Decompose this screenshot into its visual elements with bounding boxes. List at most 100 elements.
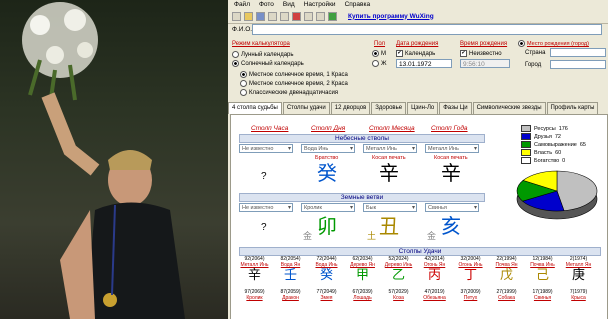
legend-value: 176 (558, 126, 568, 132)
luck-pillar-column[interactable]: 82(2054) Вода Ян 壬 87(2059) Дракон (275, 256, 306, 301)
tab-qi-phases[interactable]: Фазы Ци (439, 102, 472, 114)
fio-input[interactable] (252, 24, 602, 35)
luck-stem-glyph: 己 (535, 268, 549, 283)
tab-symbolic-stars[interactable]: Символические звезды (472, 102, 546, 114)
luck-pillar-column[interactable]: 12(1984) Почва Инь 己 17(1989) Свинья (527, 256, 558, 301)
luck-stem-glyph: 丁 (463, 268, 477, 283)
year-branch-select[interactable]: Свинья (425, 203, 479, 213)
country-input[interactable] (550, 48, 606, 57)
luck-pillar-column[interactable]: 72(2044) Вода Инь 癸 77(2049) Змея (311, 256, 342, 301)
luck-stem-glyph: 壬 (283, 268, 297, 283)
save-as-icon[interactable] (268, 11, 277, 21)
day-stem-select[interactable]: Вода Инь (301, 144, 355, 154)
gender-female-option[interactable]: Ж (372, 60, 387, 67)
legend-swatch (521, 157, 531, 165)
legend-entry: Власть 60 (521, 149, 586, 157)
day-branch-select[interactable]: Кролик (301, 203, 355, 213)
legend-swatch (521, 125, 531, 133)
day-branch-glyph: 卯 (317, 214, 337, 238)
gender-male-option[interactable]: М (372, 50, 386, 57)
buy-program-link[interactable]: Купить программу WuXing (348, 13, 434, 20)
save-icon[interactable] (256, 11, 265, 21)
luck-branch-label: Дракон (282, 295, 299, 301)
checkbox-checked-icon: ✔ (460, 50, 467, 57)
luck-stem-glyph: 甲 (355, 268, 369, 283)
radio-icon (232, 51, 239, 58)
luck-branch-label: Коза (393, 295, 404, 301)
time-option-2[interactable]: Местное солнечное время, 2 Краса (240, 80, 348, 87)
legend-entry: Самовыражение 65 (521, 141, 586, 149)
legend-swatch (521, 149, 531, 157)
month-branch-select[interactable]: Бык (363, 203, 417, 213)
tab-chart-profile[interactable]: Профиль карты (546, 102, 599, 114)
radio-checked-icon (232, 60, 239, 67)
legend-label: Друзья (534, 134, 552, 140)
calendar-checkbox[interactable]: ✔ Календарь (396, 50, 435, 57)
time-option-3[interactable]: Классические двенадцатичасия (240, 89, 338, 96)
export-icon[interactable] (304, 11, 313, 21)
hour-pillar-header: Столп Часа (251, 125, 289, 132)
city-label: Город (525, 62, 542, 68)
luck-pillar-column[interactable]: 2(1974) Металл Ян 庚 7(1979) Крыса (563, 256, 594, 301)
luck-pillar-column[interactable]: 62(2034) Дерево Ян 甲 67(2039) Лошадь (347, 256, 378, 301)
print-icon[interactable] (280, 11, 289, 21)
hour-branch-select[interactable]: Не известно (239, 203, 293, 213)
radio-checked-icon (518, 40, 525, 47)
menu-help[interactable]: Справка (345, 1, 371, 8)
luck-pillar-column[interactable]: 22(1994) Почва Ян 戊 27(1999) Собака (491, 256, 522, 301)
legend-value: 72 (554, 134, 561, 140)
copy-icon[interactable] (316, 11, 325, 21)
legend-label: Богатство (534, 158, 560, 164)
legend-label: Ресурсы (534, 126, 556, 132)
day-branch-hidden-glyph: 金 (303, 232, 313, 242)
luck-stem-glyph: 庚 (571, 268, 585, 283)
menu-photo[interactable]: Фото (259, 1, 274, 8)
tab-jing-luo[interactable]: Цзин-Ло (407, 102, 439, 114)
lunar-calendar-option[interactable]: Лунный календарь (232, 51, 294, 58)
luck-stem-glyph: 乙 (391, 268, 405, 283)
luck-pillar-column[interactable]: 32(2004) Огонь Инь 丁 37(2009) Петух (455, 256, 486, 301)
birth-place-option[interactable]: Место рождения (город) (518, 40, 589, 47)
legend-swatch (521, 133, 531, 141)
gender-title: Пол (374, 41, 386, 47)
day-pillar-header: Столп Дня (311, 125, 346, 132)
menu-file[interactable]: Файл (234, 1, 250, 8)
legend-label: Самовыражение (534, 142, 577, 148)
month-stem-select[interactable]: Металл Инь (363, 144, 417, 154)
country-label: Страна (525, 50, 546, 56)
green-book-icon[interactable] (328, 11, 337, 21)
new-file-icon[interactable] (232, 11, 241, 21)
tab-12-palaces[interactable]: 12 дворцов (330, 102, 371, 114)
wuxing-app-window: Файл Фото Вид Настройки Справка Купить п… (228, 0, 608, 319)
menu-view[interactable]: Вид (283, 1, 295, 8)
tab-health[interactable]: Здоровье (371, 102, 407, 114)
elements-legend: Ресурсы 176 Друзья 72 Самовыражение 65 Власть 6… (521, 125, 586, 165)
luck-pillar-column[interactable]: 42(2014) Огонь Ян 丙 47(2019) Обезьяна (419, 256, 450, 301)
solar-calendar-option[interactable]: Солнечный календарь (232, 60, 304, 67)
year-branch-hidden-glyph: 金 (427, 232, 437, 242)
tab-four-pillars[interactable]: 4 столпа судьбы (228, 102, 282, 114)
birth-date-input[interactable]: 13.01.1972 (396, 59, 452, 68)
time-unknown-checkbox[interactable]: ✔ Неизвестно (460, 50, 502, 57)
menu-settings[interactable]: Настройки (304, 1, 336, 8)
birth-time-input[interactable]: 9:56:10 (460, 59, 510, 68)
time-option-1[interactable]: Местное солнечное время, 1 Краса (240, 71, 348, 78)
luck-branch-label: Петух (463, 295, 478, 301)
background-photo (0, 0, 228, 319)
tab-luck-pillars[interactable]: Столпы удачи (282, 102, 330, 114)
legend-entry: Ресурсы 176 (521, 125, 586, 133)
city-input[interactable] (550, 60, 606, 69)
year-stem-select[interactable]: Металл Инь (425, 144, 479, 154)
legend-entry: Богатство 0 (521, 157, 586, 165)
luck-pillar-column[interactable]: 52(2024) Дерево Инь 乙 57(2029) Коза (383, 256, 414, 301)
checkbox-checked-icon: ✔ (396, 50, 403, 57)
pdf-icon[interactable] (292, 11, 301, 21)
menu-bar: Файл Фото Вид Настройки Справка (228, 0, 608, 9)
luck-pillar-column[interactable]: 92(2064) Металл Инь 辛 97(2069) Кролик (239, 256, 270, 301)
open-folder-icon[interactable] (244, 11, 253, 21)
year-pillar-header: Столп Года (431, 125, 468, 132)
luck-branch-label: Кролик (246, 295, 263, 301)
hour-stem-select[interactable]: Не известно (239, 144, 293, 154)
month-pillar-header: Столп Месяца (369, 125, 415, 132)
hour-stem-glyph: ? (261, 171, 267, 182)
